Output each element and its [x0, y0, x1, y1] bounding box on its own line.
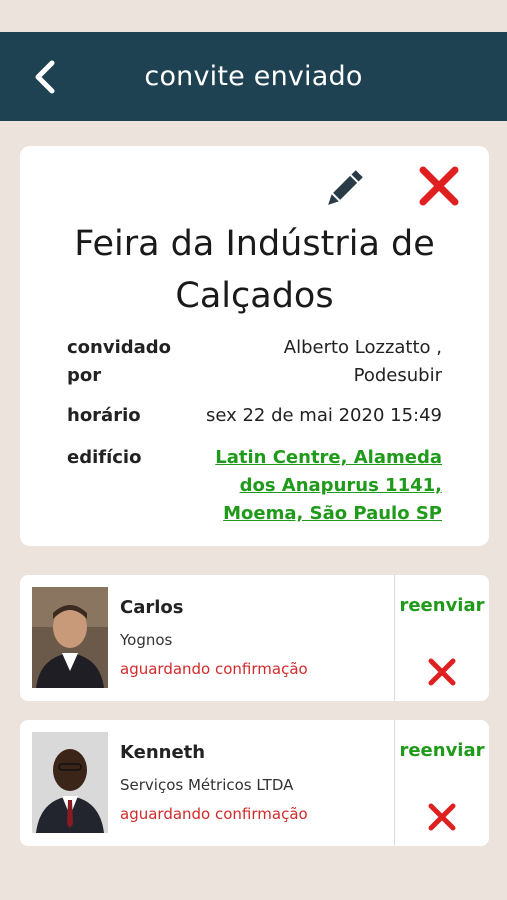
pencil-icon [328, 170, 363, 205]
time-label: horário [67, 405, 141, 426]
invited-by-label: convidado por [67, 337, 172, 386]
close-icon [419, 166, 459, 206]
guest-company: Yognos [120, 631, 173, 649]
status-badge: aguardando confirmação [120, 805, 308, 823]
guest-card: Kenneth Serviços Métricos LTDA aguardand… [20, 720, 489, 846]
app-header: convite enviado [0, 32, 507, 121]
edit-event-button[interactable] [322, 169, 364, 211]
building-row: edifício Latin Centre, Alameda dos Anapu… [67, 444, 442, 528]
guest-name: Carlos [120, 597, 184, 618]
page-title: convite enviado [144, 61, 363, 92]
building-label: edifício [67, 447, 142, 468]
divider [394, 720, 395, 846]
close-icon [428, 803, 456, 831]
invited-by-value: Alberto Lozzatto , Podesubir [283, 337, 442, 386]
delete-event-button[interactable] [417, 164, 461, 208]
event-card: Feira da Indústria de Calçados convidado… [20, 146, 489, 546]
remove-guest-button[interactable] [427, 802, 457, 832]
time-row: horário sex 22 de mai 2020 15:49 [67, 402, 442, 430]
avatar [32, 587, 108, 688]
guest-card: Carlos Yognos aguardando confirmação ree… [20, 575, 489, 701]
building-address-link[interactable]: Latin Centre, Alameda dos Anapurus 1141,… [212, 444, 442, 528]
status-badge: aguardando confirmação [120, 660, 308, 678]
resend-button[interactable]: reenviar [395, 595, 489, 616]
divider [394, 575, 395, 701]
invited-by-row: convidado por Alberto Lozzatto , Podesub… [67, 334, 442, 390]
resend-button[interactable]: reenviar [395, 740, 489, 761]
guest-name: Kenneth [120, 742, 206, 763]
close-icon [428, 658, 456, 686]
time-value: sex 22 de mai 2020 15:49 [205, 405, 442, 426]
guest-company: Serviços Métricos LTDA [120, 776, 294, 794]
remove-guest-button[interactable] [427, 657, 457, 687]
avatar [32, 732, 108, 833]
event-title: Feira da Indústria de Calçados [74, 224, 435, 316]
